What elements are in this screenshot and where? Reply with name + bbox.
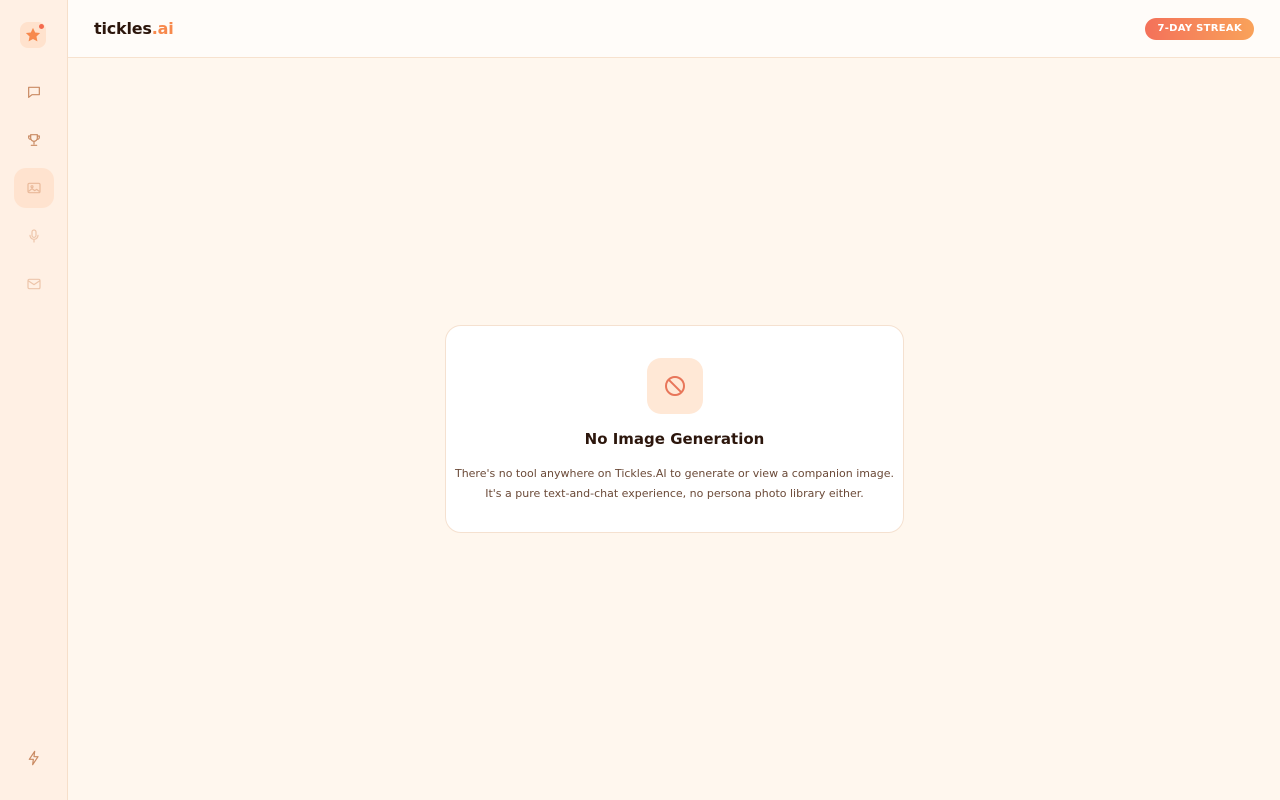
notification-dot bbox=[39, 24, 44, 29]
sidebar bbox=[0, 0, 68, 800]
app-root: tickles.ai 7-DAY STREAK No Image Generat… bbox=[0, 0, 1280, 800]
sidebar-item-chat[interactable] bbox=[14, 72, 54, 112]
lightning-icon bbox=[28, 750, 39, 766]
notice-title: No Image Generation bbox=[584, 430, 765, 448]
mail-icon bbox=[27, 278, 41, 290]
app-logo[interactable]: tickles.ai bbox=[94, 19, 174, 38]
trophy-icon bbox=[28, 134, 40, 146]
microphone-icon bbox=[29, 229, 39, 243]
notice-line-1: There's no tool anywhere on Tickles.AI t… bbox=[454, 467, 895, 480]
sidebar-item-voice[interactable] bbox=[14, 216, 54, 256]
chat-icon bbox=[28, 86, 40, 98]
sidebar-item-images[interactable] bbox=[14, 168, 54, 208]
sidebar-item-messages[interactable] bbox=[14, 264, 54, 304]
prohibited-icon bbox=[665, 376, 685, 396]
notice-description: There's no tool anywhere on Tickles.AI t… bbox=[446, 464, 903, 504]
image-icon bbox=[27, 182, 41, 194]
logo-text: tickles bbox=[94, 19, 152, 38]
notice-line-2: It's a pure text-and-chat experience, no… bbox=[485, 487, 864, 500]
logo-accent-text: .ai bbox=[151, 19, 174, 38]
notice-card: No Image Generation There's no tool anyw… bbox=[445, 325, 904, 533]
top-header: tickles.ai 7-DAY STREAK bbox=[68, 0, 1280, 58]
notice-icon-tile bbox=[647, 358, 703, 414]
streak-badge[interactable]: 7-DAY STREAK bbox=[1145, 18, 1254, 40]
brand-logo[interactable] bbox=[20, 22, 46, 48]
sidebar-item-achievements[interactable] bbox=[14, 120, 54, 160]
sidebar-item-boost[interactable] bbox=[14, 738, 54, 778]
